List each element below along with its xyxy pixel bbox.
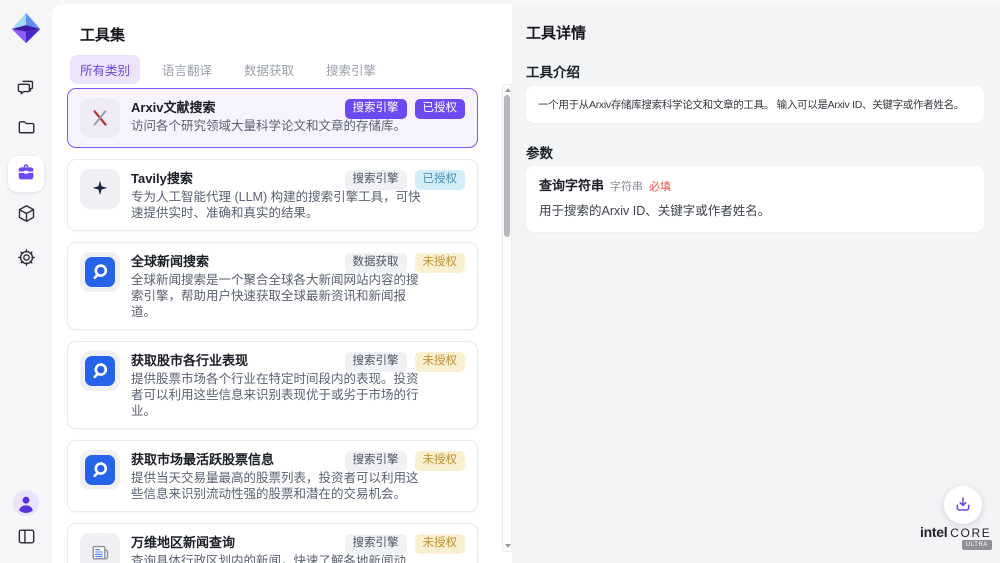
tool-list: Arxiv文献搜索 访问各个研究领域大量科学论文和文章的存储库。 搜索引擎 已授… [67, 88, 478, 563]
sidebar-item-chat[interactable] [8, 72, 44, 108]
detail-title: 工具详情 [526, 22, 586, 43]
core-wordmark: CORE [950, 526, 991, 540]
sidebar [0, 0, 52, 563]
intel-core-logo: intelCORE ULTRA [920, 524, 994, 550]
ultra-badge: ULTRA [962, 540, 992, 550]
main-content: 工具集 所有类别 语言翻译 数据获取 搜索引擎 Arxiv文献搜索 访问各个研究… [52, 4, 1000, 563]
intel-wordmark: intel [920, 524, 947, 540]
category-badge: 搜索引擎 [345, 534, 407, 554]
tab-data-acquisition[interactable]: 数据获取 [234, 55, 304, 84]
scrollbar-thumb[interactable] [504, 95, 510, 237]
tab-language-translation[interactable]: 语言翻译 [152, 55, 222, 84]
tool-intro-card: 一个用于从Arxiv存储库搜索科学论文和文章的工具。 输入可以是Arxiv ID… [526, 86, 984, 123]
tool-description: 全球新闻搜索是一个聚合全球各大新闻网站内容的搜索引擎，帮助用户快速获取全球最新资… [131, 272, 423, 320]
category-badge: 搜索引擎 [345, 99, 407, 119]
tool-badges: 搜索引擎 未授权 [345, 451, 466, 471]
intro-heading: 工具介绍 [526, 61, 580, 81]
download-icon [953, 494, 973, 517]
params-heading: 参数 [526, 142, 553, 162]
gear-icon [16, 247, 37, 273]
tool-badges: 搜索引擎 已授权 [345, 99, 466, 119]
tavily-sparkle-icon [80, 169, 120, 209]
tool-badges: 搜索引擎 未授权 [345, 534, 466, 554]
tab-search-engine[interactable]: 搜索引擎 [316, 55, 386, 84]
sidebar-item-settings[interactable] [8, 242, 44, 278]
tab-all-categories[interactable]: 所有类别 [70, 55, 140, 84]
panel-toggle-icon [16, 526, 37, 552]
arxiv-x-icon [80, 98, 120, 138]
auth-status-badge: 未授权 [415, 534, 466, 554]
folder-icon [16, 117, 37, 143]
auth-status-badge: 未授权 [415, 253, 466, 273]
list-scrollbar[interactable] [502, 84, 512, 552]
auth-status-badge: 未授权 [415, 352, 466, 372]
category-tabs: 所有类别 语言翻译 数据获取 搜索引擎 [70, 55, 386, 84]
app-logo [9, 11, 43, 45]
sidebar-item-files[interactable] [8, 112, 44, 148]
q-news-icon [80, 450, 120, 490]
tool-badges: 搜索引擎 未授权 [345, 352, 466, 372]
page-title: 工具集 [80, 24, 125, 45]
parameter-type: 字符串 [610, 180, 643, 195]
parameter-name: 查询字符串 [539, 178, 604, 193]
sidebar-item-tools[interactable] [8, 156, 44, 192]
download-button[interactable] [944, 486, 982, 524]
tool-card[interactable]: 获取市场最活跃股票信息 提供当天交易量最高的股票列表，投资者可以利用这些信息来识… [67, 440, 478, 512]
category-badge: 搜索引擎 [345, 170, 407, 190]
sidebar-item-panel-toggle[interactable] [8, 521, 44, 557]
newspaper-icon [80, 533, 120, 563]
scroll-up-arrow[interactable] [505, 88, 511, 92]
q-news-icon [80, 252, 120, 292]
auth-status-badge: 已授权 [415, 99, 466, 119]
tool-description: 访问各个研究领域大量科学论文和文章的存储库。 [131, 118, 423, 134]
category-badge: 搜索引擎 [345, 451, 407, 471]
user-avatar-icon [13, 490, 39, 521]
parameter-description: 用于搜索的Arxiv ID、关键字或作者姓名。 [539, 203, 971, 220]
chat-icon [16, 77, 37, 103]
parameter-required-flag: 必填 [649, 180, 671, 195]
tool-card[interactable]: Tavily搜索 专为人工智能代理 (LLM) 构建的搜索引擎工具，可快速提供实… [67, 159, 478, 231]
toolbox-icon [15, 161, 37, 188]
tool-description: 提供股票市场各个行业在特定时间段内的表现。投资者可以利用这些信息来识别表现优于或… [131, 371, 423, 419]
tool-description: 提供当天交易量最高的股票列表，投资者可以利用这些信息来识别流动性强的股票和潜在的… [131, 470, 423, 502]
auth-status-badge: 已授权 [415, 170, 466, 190]
tool-card[interactable]: Arxiv文献搜索 访问各个研究领域大量科学论文和文章的存储库。 搜索引擎 已授… [67, 88, 478, 148]
scroll-down-arrow[interactable] [505, 544, 511, 548]
tool-description: 专为人工智能代理 (LLM) 构建的搜索引擎工具，可快速提供实时、准确和真实的结… [131, 189, 423, 221]
tool-badges: 搜索引擎 已授权 [345, 170, 466, 190]
app-root: 工具集 所有类别 语言翻译 数据获取 搜索引擎 Arxiv文献搜索 访问各个研究… [0, 0, 1000, 563]
parameter-card: 查询字符串 字符串 必填 用于搜索的Arxiv ID、关键字或作者姓名。 [526, 166, 984, 232]
tool-card[interactable]: 获取股市各行业表现 提供股票市场各个行业在特定时间段内的表现。投资者可以利用这些… [67, 341, 478, 429]
q-news-icon [80, 351, 120, 391]
sidebar-item-models[interactable] [8, 198, 44, 234]
cube-icon [16, 203, 37, 229]
category-badge: 数据获取 [345, 253, 407, 273]
auth-status-badge: 未授权 [415, 451, 466, 471]
category-badge: 搜索引擎 [345, 352, 407, 372]
user-avatar[interactable] [8, 487, 44, 523]
tool-description: 查询具体行政区划内的新闻，快速了解各地新闻动 [131, 553, 423, 563]
tool-detail-panel: 工具详情 工具介绍 一个用于从Arxiv存储库搜索科学论文和文章的工具。 输入可… [512, 4, 1000, 563]
tool-card[interactable]: 全球新闻搜索 全球新闻搜索是一个聚合全球各大新闻网站内容的搜索引擎，帮助用户快速… [67, 242, 478, 330]
tool-badges: 数据获取 未授权 [345, 253, 466, 273]
tool-card[interactable]: 万维地区新闻查询 查询具体行政区划内的新闻，快速了解各地新闻动 搜索引擎 未授权 [67, 523, 478, 563]
parameter-header: 查询字符串 字符串 必填 [539, 178, 971, 195]
